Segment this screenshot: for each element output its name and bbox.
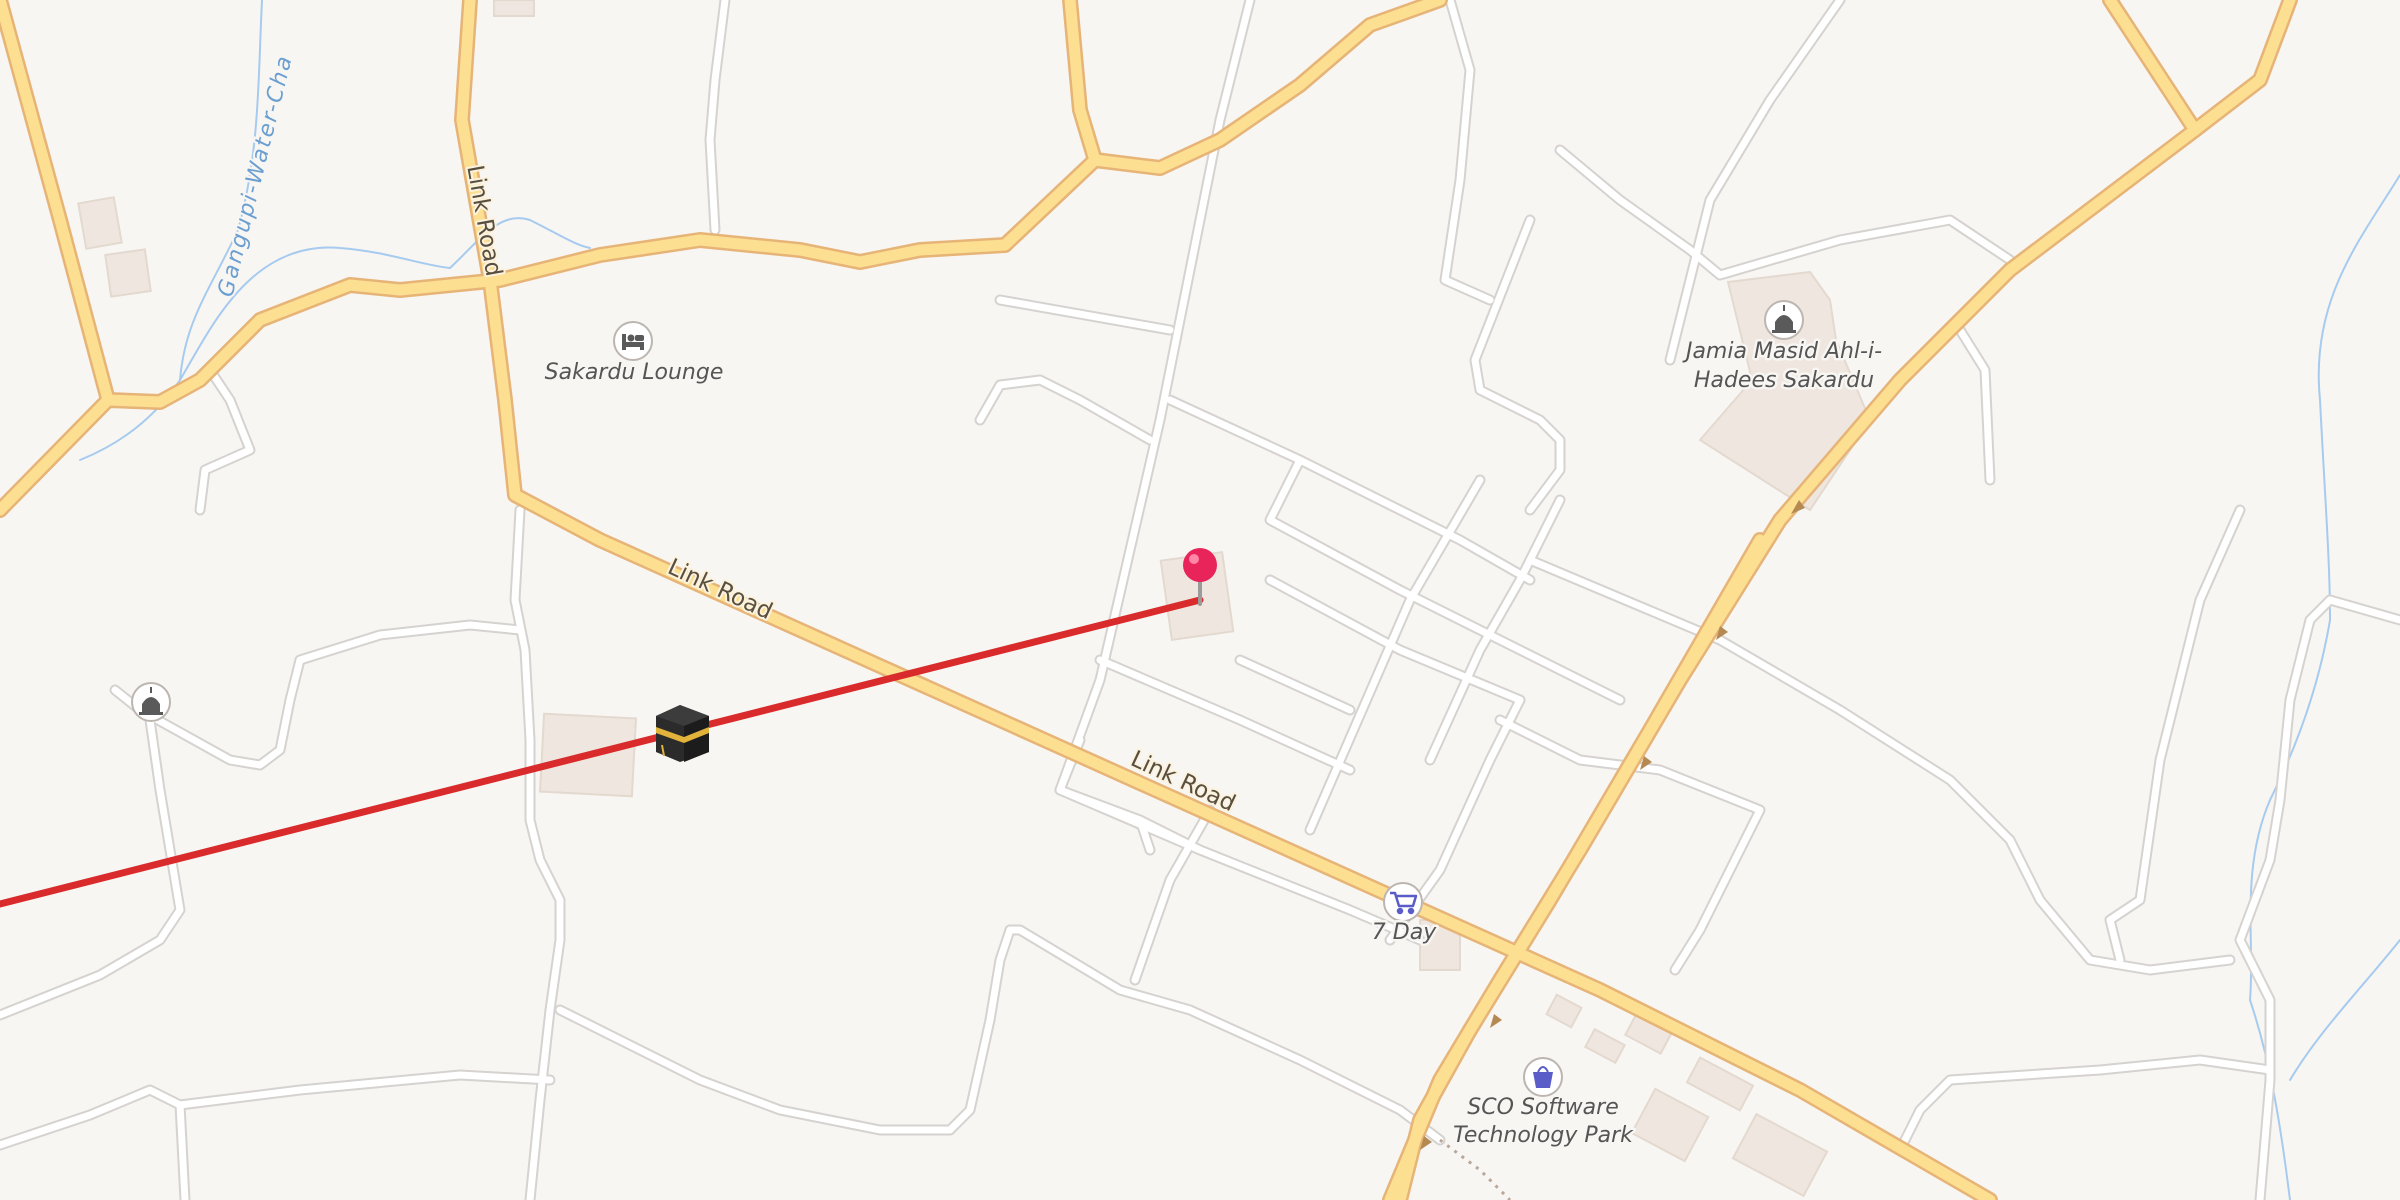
map-canvas[interactable]: Link Road Link Road Link Road Gangupi-Wa… [0,0,2400,1200]
poi-label-sakardu-lounge: Sakardu Lounge [545,360,724,385]
poi-mosque-west[interactable] [131,682,171,722]
poi-label-jamia-masid-line1: Jamia Masid Ahl-i- [1682,339,1882,364]
kaaba-icon [656,705,709,762]
poi-label-jamia-masid-line2: Hadees Sakardu [1694,368,1874,393]
kaaba-marker[interactable] [656,705,709,762]
poi-label-sco-line1: SCO Software [1467,1095,1619,1120]
poi-label-7-day: 7 Day [1372,920,1437,945]
poi-label-sco-line2: Technology Park [1453,1123,1634,1148]
